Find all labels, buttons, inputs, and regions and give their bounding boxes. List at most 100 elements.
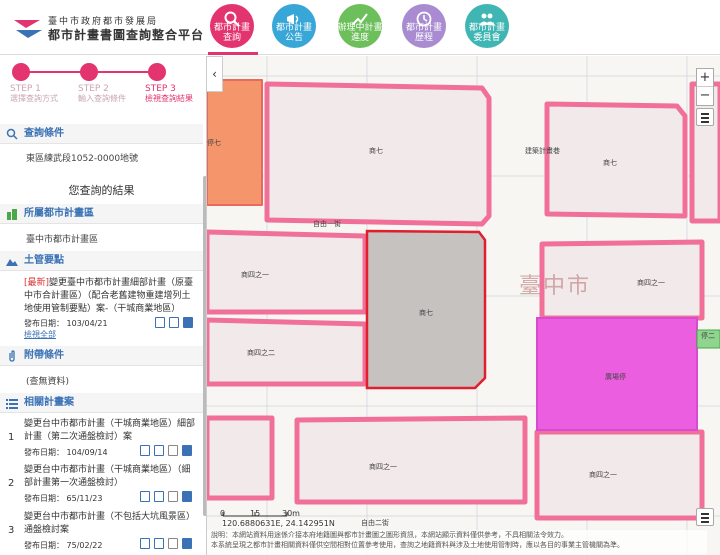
collapse-sidebar-button[interactable]: ‹	[206, 56, 223, 92]
document-icon[interactable]	[140, 491, 150, 502]
nav-plan-progress[interactable]: 辦理中計畫 進度	[336, 0, 386, 55]
land-control-date: 發布日期： 103/04/21	[24, 319, 108, 328]
step-1-number: STEP 1	[10, 84, 41, 94]
query-condition-value: 東區練武段1052-0000地號	[26, 154, 139, 164]
nav-plan-progress-button[interactable]: 辦理中計畫 進度	[338, 4, 383, 48]
step-3-dot	[148, 63, 166, 81]
document-icon[interactable]	[140, 445, 150, 456]
city-label: 臺中市	[519, 274, 592, 299]
step-2-dot[interactable]	[80, 63, 98, 81]
list-icon-line	[701, 517, 709, 519]
copy-icon[interactable]	[154, 538, 164, 549]
map-canvas[interactable]	[207, 56, 720, 555]
legend-button[interactable]	[696, 508, 714, 526]
menu-icon-line	[701, 121, 709, 123]
zone-label: 商七	[603, 159, 617, 167]
zone-label: 停七	[207, 139, 221, 147]
zone-label: 商四之一	[589, 471, 617, 479]
zone-label: 停二	[701, 332, 715, 340]
logo-mark-icon	[14, 20, 42, 38]
disclaimer-line-1: 說明：本網站資料用途係介接本府地籍圖與都市計畫圖之圖形資訊，本網站顯示資料僅供參…	[211, 531, 568, 539]
chart-icon	[352, 13, 368, 25]
step-2-text: 輸入查詢條件	[78, 94, 126, 103]
attached-conditions-value: (查無資料)	[26, 377, 70, 387]
nav-plan-committee-button[interactable]: 都市計畫 委員會	[465, 4, 509, 48]
query-condition-heading: 查詢條件	[0, 124, 203, 144]
menu-icon-line	[701, 117, 709, 119]
logo-title: 都市計畫書圖查詢整合平台	[48, 28, 205, 42]
results-title: 您查詢的結果	[68, 184, 135, 197]
nav-plan-announce[interactable]: 都市計畫 公告	[270, 0, 320, 55]
layers-menu-button[interactable]	[696, 108, 714, 126]
related-plan-actions	[140, 538, 192, 549]
map-icon[interactable]	[183, 317, 193, 328]
zoom-in-button[interactable]: +	[697, 69, 713, 87]
land-control-title: 土管要點	[24, 255, 64, 266]
copy-icon[interactable]	[154, 491, 164, 502]
zone-label: 商七	[369, 147, 383, 155]
block-g	[207, 415, 275, 501]
nav-plan-history[interactable]: 都市計畫 歷程	[400, 0, 450, 55]
block-i	[534, 429, 705, 521]
attached-conditions-heading: 附帶條件	[0, 346, 203, 366]
step-3-label: STEP 3 檢視查詢結果	[145, 84, 193, 104]
related-plan-number: 3	[8, 525, 15, 536]
copy-icon[interactable]	[169, 317, 179, 328]
plan-area-title: 所屬都市計畫區	[24, 208, 94, 219]
nav-plan-announce-button[interactable]: 都市計畫 公告	[272, 4, 316, 48]
land-control-heading: 土管要點	[0, 251, 203, 271]
zone-label: 廣場停	[605, 373, 626, 381]
nav-plan-query[interactable]: 都市計畫 查詢	[208, 0, 258, 55]
nav-plan-history-button[interactable]: 都市計畫 歷程	[402, 4, 446, 48]
plan-area-value: 臺中市都市計畫區	[26, 235, 99, 245]
nav-plan-committee[interactable]: 都市計畫 委員會	[463, 0, 513, 55]
road-label: 自由二街	[361, 519, 389, 527]
nav-plan-query-button[interactable]: 都市計畫 查詢	[210, 4, 254, 48]
land-control-desc: 變更臺中市都市計畫細部計畫（原臺中市合計畫區）（配合老舊建物重建增列土地使用管制…	[24, 278, 194, 314]
document-icon[interactable]	[155, 317, 165, 328]
zone-label: 商四之二	[247, 349, 275, 357]
land-control-text[interactable]: [最新]變更臺中市都市計畫細部計畫（原臺中市合計畫區）（配合老舊建物重建增列土地…	[24, 277, 196, 316]
related-plan-text[interactable]: 變更台中市都市計畫（干城商業地區）細部計畫（第二次通盤檢討）案	[24, 418, 196, 444]
zone-label: 商四之一	[637, 279, 665, 287]
scale-mid: 15	[250, 509, 261, 518]
map-icon[interactable]	[182, 491, 192, 502]
step-2-label[interactable]: STEP 2 輸入查詢條件	[78, 84, 126, 104]
nav-label-line2: 歷程	[414, 33, 433, 43]
zone-label: 商四之一	[369, 463, 397, 471]
map-icon[interactable]	[182, 538, 192, 549]
mountain-icon	[6, 259, 18, 266]
map-view[interactable]: 商七 商七 建築計畫巷 商四之一 商四之二 商七 商四之一 廣場停 商四之一 商…	[207, 56, 720, 555]
road-label: 自由一街	[313, 220, 341, 228]
map-icon[interactable]	[182, 445, 192, 456]
copy-icon[interactable]	[154, 445, 164, 456]
book-icon[interactable]	[168, 491, 178, 502]
coordinate-readout: 120.6880631E, 24.142951N	[222, 519, 335, 528]
nav-label-line2: 進度	[350, 33, 369, 43]
result-sidebar: STEP 1 選擇查詢方式 STEP 2 輸入查詢條件 STEP 3 檢視查詢結…	[0, 56, 207, 555]
book-icon[interactable]	[168, 538, 178, 549]
search-icon	[6, 128, 18, 140]
megaphone-icon	[287, 14, 299, 24]
nav-label-line2: 查詢	[222, 33, 241, 43]
map-disclaimer: 說明：本網站資料用途係介接本府地籍圖與都市計畫圖之圖形資訊，本網站顯示資料僅供參…	[207, 530, 707, 555]
book-icon[interactable]	[168, 445, 178, 456]
related-plan-text[interactable]: 變更台中市都市計畫（不包括大坑風景區）通盤檢討案	[24, 511, 196, 537]
step-3-number: STEP 3	[145, 84, 176, 94]
zoom-control: + −	[696, 68, 714, 106]
zoom-out-button[interactable]: −	[697, 87, 713, 105]
view-all-link[interactable]: 檢視全部	[24, 329, 56, 340]
document-icon[interactable]	[140, 538, 150, 549]
step-1-label[interactable]: STEP 1 選擇查詢方式	[10, 84, 58, 104]
site-logo[interactable]: 臺中市政府都市發展局 都市計畫書圖查詢整合平台	[12, 10, 212, 46]
nav-label-line2: 公告	[284, 33, 303, 43]
block-d	[207, 229, 368, 315]
related-plan-text[interactable]: 變更台中市都市計畫（干城商業地區）（細部計畫第一次通盤檢討）	[24, 464, 196, 490]
list-icon	[6, 399, 18, 409]
step-1-dot[interactable]	[12, 63, 30, 81]
app-header: 臺中市政府都市發展局 都市計畫書圖查詢整合平台 都市計畫 查詢 都市計畫 公告 …	[0, 0, 720, 55]
latest-tag: [最新]	[24, 278, 50, 288]
related-plan-actions	[140, 491, 192, 502]
zone-label: 建築計畫巷	[525, 147, 560, 155]
step-3-text: 檢視查詢結果	[145, 94, 193, 103]
